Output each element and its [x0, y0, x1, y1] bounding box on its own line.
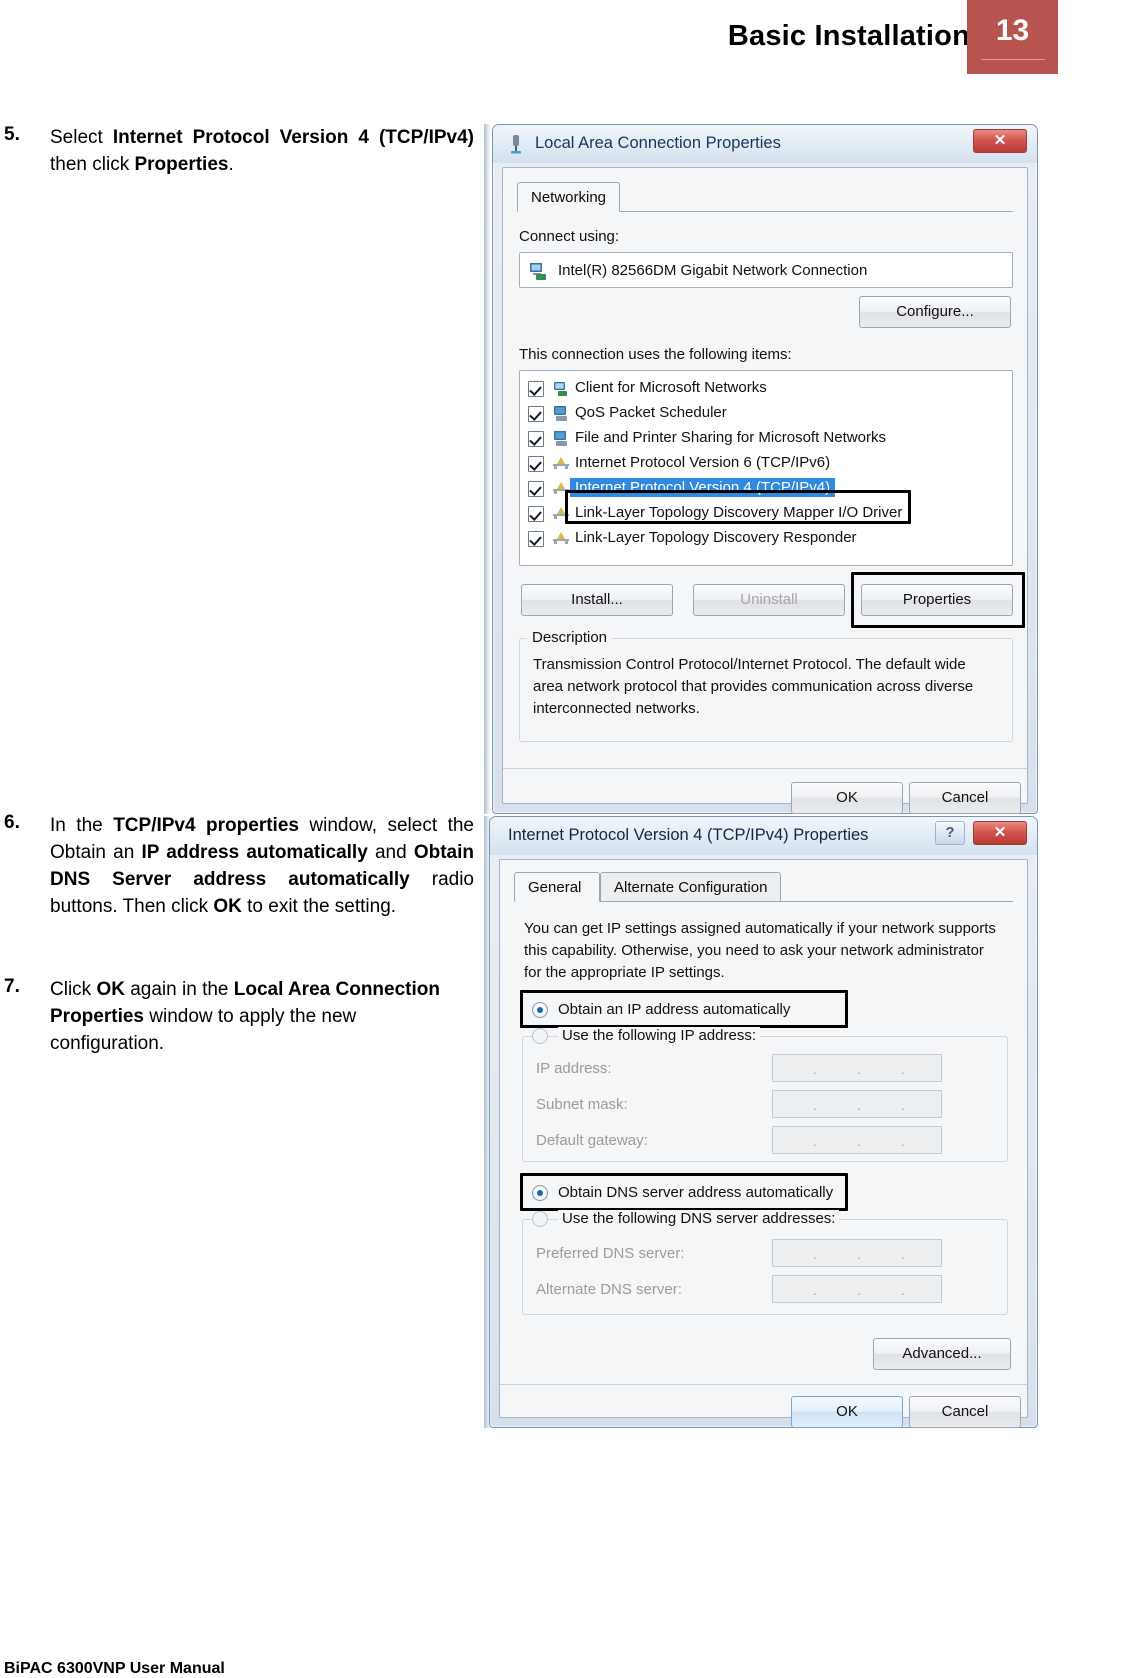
checkbox[interactable] — [528, 506, 544, 522]
step-5-text: Select Internet Protocol Version 4 (TCP/… — [50, 127, 474, 175]
tab-networking[interactable]: Networking — [517, 182, 621, 212]
protocol-icon — [553, 457, 569, 469]
tcpip-footer-separator — [500, 1384, 1027, 1385]
service-icon — [554, 431, 567, 446]
badge-rule — [981, 59, 1045, 60]
step-7: 7. Click OK again in the Local Area Conn… — [4, 976, 474, 1057]
lan-close-button[interactable]: ✕ — [973, 129, 1027, 153]
tcpip-close-button[interactable]: ✕ — [973, 821, 1027, 845]
alternate-dns-label: Alternate DNS server: — [536, 1281, 682, 1298]
description-text: Transmission Control Protocol/Internet P… — [533, 656, 974, 717]
list-item-label: File and Printer Sharing for Microsoft N… — [575, 429, 886, 446]
subnet-mask-label: Subnet mask: — [536, 1096, 628, 1113]
obtain-dns-radio[interactable] — [532, 1185, 548, 1201]
tcpip-window-body: General Alternate Configuration You can … — [499, 859, 1028, 1428]
page-number: 13 — [995, 14, 1030, 47]
tab-general[interactable]: General — [514, 872, 600, 902]
page-number-badge: 13 — [967, 0, 1058, 74]
step-6-text: In the TCP/IPv4 properties window, selec… — [50, 815, 474, 917]
tcpip-window-title: Internet Protocol Version 4 (TCP/IPv4) P… — [508, 826, 869, 844]
checkbox[interactable] — [528, 431, 544, 447]
ip-address-input[interactable]: ... — [772, 1054, 942, 1082]
network-adapter-icon — [511, 135, 521, 154]
checkbox[interactable] — [528, 481, 544, 497]
tab-alternate-configuration[interactable]: Alternate Configuration — [600, 872, 782, 902]
local-area-connection-properties-window: Local Area Connection Properties ✕ Netwo… — [492, 124, 1038, 814]
manual-ip-label: Use the following IP address: — [558, 1027, 760, 1044]
lan-titlebar: Local Area Connection Properties ✕ — [493, 125, 1037, 163]
items-label: This connection uses the following items… — [519, 346, 792, 363]
page-header: Basic Installation 13 — [0, 0, 1122, 82]
default-gateway-input[interactable]: ... — [772, 1126, 942, 1154]
tcpip-cancel-button[interactable]: Cancel — [909, 1396, 1021, 1428]
footer-separator — [503, 768, 1027, 769]
obtain-dns-label: Obtain DNS server address automatically — [558, 1184, 834, 1201]
step-6-number: 6. — [4, 812, 20, 833]
tcpip-titlebar: Internet Protocol Version 4 (TCP/IPv4) P… — [490, 817, 1037, 855]
connect-using-label: Connect using: — [519, 228, 620, 245]
checkbox[interactable] — [528, 456, 544, 472]
protocol-icon — [553, 532, 569, 544]
lan-ok-button[interactable]: OK — [791, 782, 903, 814]
page-title: Basic Installation — [727, 20, 970, 52]
list-item-label: Internet Protocol Version 6 (TCP/IPv6) — [575, 454, 831, 471]
configure-button[interactable]: Configure... — [859, 296, 1011, 328]
advanced-button[interactable]: Advanced... — [873, 1338, 1011, 1370]
manual-dns-label: Use the following DNS server addresses: — [558, 1210, 840, 1227]
step-5-number: 5. — [4, 124, 20, 145]
checkbox[interactable] — [528, 406, 544, 422]
list-item-label: Link-Layer Topology Discovery Responder — [575, 529, 857, 546]
ip-address-label: IP address: — [536, 1060, 612, 1077]
properties-button[interactable]: Properties — [861, 584, 1013, 616]
tcpip4-properties-window: Internet Protocol Version 4 (TCP/IPv4) P… — [489, 816, 1038, 1428]
tcpip-ok-button[interactable]: OK — [791, 1396, 903, 1428]
obtain-ip-label: Obtain an IP address automatically — [558, 1001, 791, 1018]
scan-bleed-left-1 — [484, 124, 490, 814]
step-6: 6. In the TCP/IPv4 properties window, se… — [4, 812, 474, 920]
adapter-name: Intel(R) 82566DM Gigabit Network Connect… — [558, 262, 868, 279]
manual-dns-radio[interactable] — [532, 1211, 548, 1227]
service-icon — [554, 406, 567, 421]
preferred-dns-label: Preferred DNS server: — [536, 1245, 685, 1262]
step-5: 5. Select Internet Protocol Version 4 (T… — [4, 124, 474, 178]
tcpip-intro-text: You can get IP settings assigned automat… — [524, 920, 996, 981]
lan-tabstrip: Networking — [517, 182, 1013, 212]
uninstall-button: Uninstall — [693, 584, 845, 616]
lan-window-body: Networking Connect using: Intel(R) 82566… — [502, 167, 1028, 814]
adapter-textbox: Intel(R) 82566DM Gigabit Network Connect… — [519, 252, 1013, 288]
step-7-text: Click OK again in the Local Area Connect… — [50, 979, 440, 1054]
components-listbox[interactable]: Client for Microsoft Networks QoS Packet… — [519, 370, 1013, 566]
client-icon — [554, 382, 567, 396]
description-legend: Description — [527, 629, 613, 646]
tcpip-help-button[interactable]: ? — [935, 821, 965, 845]
alternate-dns-input[interactable]: ... — [772, 1275, 942, 1303]
lan-cancel-button[interactable]: Cancel — [909, 782, 1021, 814]
default-gateway-label: Default gateway: — [536, 1132, 648, 1149]
list-item-label: Client for Microsoft Networks — [575, 379, 767, 396]
network-card-icon — [530, 263, 546, 280]
list-item-label: Link-Layer Topology Discovery Mapper I/O… — [575, 504, 903, 521]
protocol-icon — [553, 507, 569, 519]
tcpip-tabstrip: General Alternate Configuration — [514, 872, 1013, 902]
list-item-label: QoS Packet Scheduler — [575, 404, 727, 421]
footer-manual-name: BiPAC 6300VNP User Manual — [4, 1660, 225, 1677]
manual-ip-radio[interactable] — [532, 1028, 548, 1044]
obtain-ip-radio[interactable] — [532, 1002, 548, 1018]
checkbox[interactable] — [528, 531, 544, 547]
install-button[interactable]: Install... — [521, 584, 673, 616]
subnet-mask-input[interactable]: ... — [772, 1090, 942, 1118]
list-item-label: Internet Protocol Version 4 (TCP/IPv4) — [570, 478, 836, 497]
step-7-number: 7. — [4, 976, 20, 997]
checkbox[interactable] — [528, 381, 544, 397]
protocol-icon — [553, 482, 569, 494]
preferred-dns-input[interactable]: ... — [772, 1239, 942, 1267]
lan-window-title: Local Area Connection Properties — [535, 134, 781, 152]
